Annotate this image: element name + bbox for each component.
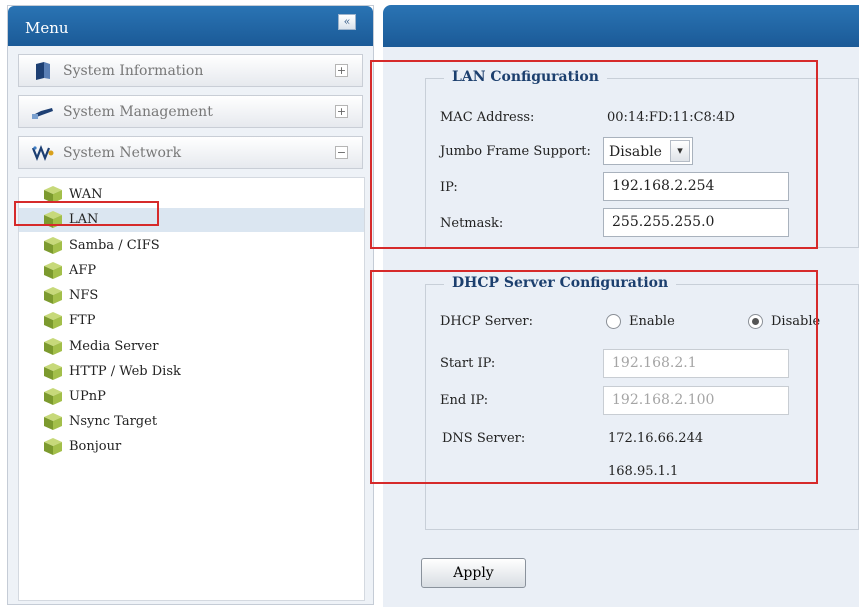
sidebar-item-http-web-disk[interactable]: HTTP / Web Disk <box>19 360 364 384</box>
cube-icon <box>44 211 62 228</box>
sidebar-item-label: Bonjour <box>69 439 122 454</box>
dns-server-label: DNS Server: <box>442 431 526 446</box>
cube-icon <box>44 363 62 380</box>
dhcp-server-label: DHCP Server: <box>440 314 534 329</box>
sidebar-item-upnp[interactable]: UPnP <box>19 385 364 409</box>
sidebar-item-label: UPnP <box>69 389 106 404</box>
cube-icon <box>44 388 62 405</box>
sidebar-item-label: LAN <box>69 212 99 227</box>
sidebar-item-ftp[interactable]: FTP <box>19 309 364 333</box>
book-icon <box>36 62 50 80</box>
lan-configuration-legend: LAN Configuration <box>444 69 607 85</box>
sidebar-item-label: Media Server <box>69 339 159 354</box>
dhcp-configuration-legend: DHCP Server Configuration <box>444 275 677 291</box>
cube-icon <box>44 312 62 329</box>
jumbo-frame-select[interactable]: Disable ▾ <box>603 137 693 165</box>
dns-server-secondary: 168.95.1.1 <box>608 464 679 479</box>
end-ip-label: End IP: <box>440 393 489 408</box>
sidebar-item-afp[interactable]: AFP <box>19 259 364 283</box>
start-ip-input[interactable]: 192.168.2.1 <box>603 349 789 378</box>
menu-header: Menu « <box>8 6 373 46</box>
ip-input[interactable]: 192.168.2.254 <box>603 172 789 201</box>
sidebar-item-lan[interactable]: LAN <box>19 208 364 232</box>
menu-group-label: System Management <box>63 104 213 120</box>
cube-icon <box>44 186 62 203</box>
dhcp-enable-radio[interactable] <box>606 314 621 329</box>
sidebar-item-wan[interactable]: WAN <box>19 183 364 207</box>
menu-group-system-information[interactable]: System Information + <box>18 54 363 87</box>
expand-icon[interactable]: + <box>335 64 348 77</box>
sidebar-item-label: NFS <box>69 288 99 303</box>
sidebar-item-label: Samba / CIFS <box>69 238 160 253</box>
sidebar-item-label: HTTP / Web Disk <box>69 364 181 379</box>
netmask-input[interactable]: 255.255.255.0 <box>603 208 789 237</box>
content-header <box>383 5 859 47</box>
tool-icon <box>32 108 53 119</box>
network-submenu: WAN LAN Samba / CIFS AFP NFS FTP Media S… <box>18 177 365 601</box>
sidebar-item-samba-cifs[interactable]: Samba / CIFS <box>19 234 364 258</box>
ip-label: IP: <box>440 180 458 195</box>
network-icon <box>32 145 54 161</box>
netmask-label: Netmask: <box>440 216 504 231</box>
sidebar-item-label: WAN <box>69 187 103 202</box>
sidebar-item-label: FTP <box>69 313 96 328</box>
cube-icon <box>44 287 62 304</box>
dhcp-disable-radio[interactable] <box>748 314 763 329</box>
cube-icon <box>44 413 62 430</box>
mac-address-label: MAC Address: <box>440 110 535 125</box>
start-ip-label: Start IP: <box>440 356 496 371</box>
menu-group-label: System Information <box>63 63 204 79</box>
jumbo-frame-label: Jumbo Frame Support: <box>440 144 591 159</box>
cube-icon <box>44 338 62 355</box>
cube-icon <box>44 237 62 254</box>
menu-panel: Menu « System Information + System Manag… <box>7 5 374 605</box>
apply-button[interactable]: Apply <box>421 558 526 588</box>
collapse-icon[interactable]: − <box>335 146 348 159</box>
sidebar-item-bonjour[interactable]: Bonjour <box>19 435 364 459</box>
cube-icon <box>44 262 62 279</box>
cube-icon <box>44 438 62 455</box>
end-ip-input[interactable]: 192.168.2.100 <box>603 386 789 415</box>
sidebar-item-label: AFP <box>69 263 97 278</box>
menu-group-label: System Network <box>63 145 182 161</box>
sidebar-item-nfs[interactable]: NFS <box>19 284 364 308</box>
expand-icon[interactable]: + <box>335 105 348 118</box>
sidebar-item-media-server[interactable]: Media Server <box>19 335 364 359</box>
sidebar-item-nsync-target[interactable]: Nsync Target <box>19 410 364 434</box>
chevron-down-icon[interactable]: ▾ <box>670 140 690 162</box>
sidebar-item-label: Nsync Target <box>69 414 158 429</box>
dhcp-disable-label: Disable <box>771 314 821 329</box>
jumbo-frame-value: Disable <box>609 144 662 160</box>
menu-title: Menu <box>25 19 69 37</box>
collapse-menu-button[interactable]: « <box>338 14 356 30</box>
mac-address-value: 00:14:FD:11:C8:4D <box>607 110 735 125</box>
dhcp-enable-label: Enable <box>629 314 675 329</box>
menu-group-system-network[interactable]: System Network − <box>18 136 363 169</box>
dns-server-primary: 172.16.66.244 <box>608 431 704 446</box>
menu-group-system-management[interactable]: System Management + <box>18 95 363 128</box>
